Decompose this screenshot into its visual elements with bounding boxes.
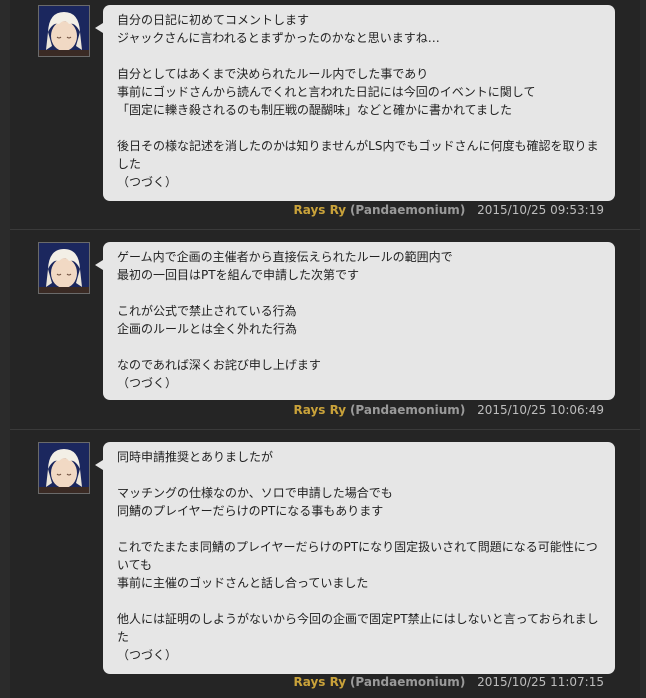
avatar[interactable] — [38, 442, 90, 494]
author-name[interactable]: Rays Ry — [293, 203, 346, 217]
comment-body: 同時申請推奨とありましたが マッチングの仕様なのか、ソロで申請した場合でも 同鯖… — [95, 442, 615, 674]
comment-thread: 自分の日記に初めてコメントします ジャックさんに言われるとまずかったのかなと思い… — [10, 0, 640, 698]
world-name: (Pandaemonium) — [349, 203, 466, 217]
author-name[interactable]: Rays Ry — [293, 403, 346, 417]
timestamp: 2015/10/25 11:07:15 — [477, 675, 604, 689]
avatar[interactable] — [38, 5, 90, 57]
divider — [10, 229, 640, 230]
comment-body: 自分の日記に初めてコメントします ジャックさんに言われるとまずかったのかなと思い… — [95, 5, 615, 201]
world-name: (Pandaemonium) — [349, 403, 466, 417]
comment-meta: Rays Ry (Pandaemonium) 2015/10/25 11:07:… — [293, 674, 604, 690]
comment-body: ゲーム内で企画の主催者から直接伝えられたルールの範囲内で 最初の一回目はPTを組… — [95, 242, 615, 400]
avatar[interactable] — [38, 242, 90, 294]
divider — [10, 429, 640, 430]
timestamp: 2015/10/25 09:53:19 — [477, 203, 604, 217]
comment-meta: Rays Ry (Pandaemonium) 2015/10/25 10:06:… — [293, 402, 604, 418]
world-name: (Pandaemonium) — [349, 675, 466, 689]
author-name[interactable]: Rays Ry — [293, 675, 346, 689]
comment-meta: Rays Ry (Pandaemonium) 2015/10/25 09:53:… — [293, 202, 604, 218]
timestamp: 2015/10/25 10:06:49 — [477, 403, 604, 417]
